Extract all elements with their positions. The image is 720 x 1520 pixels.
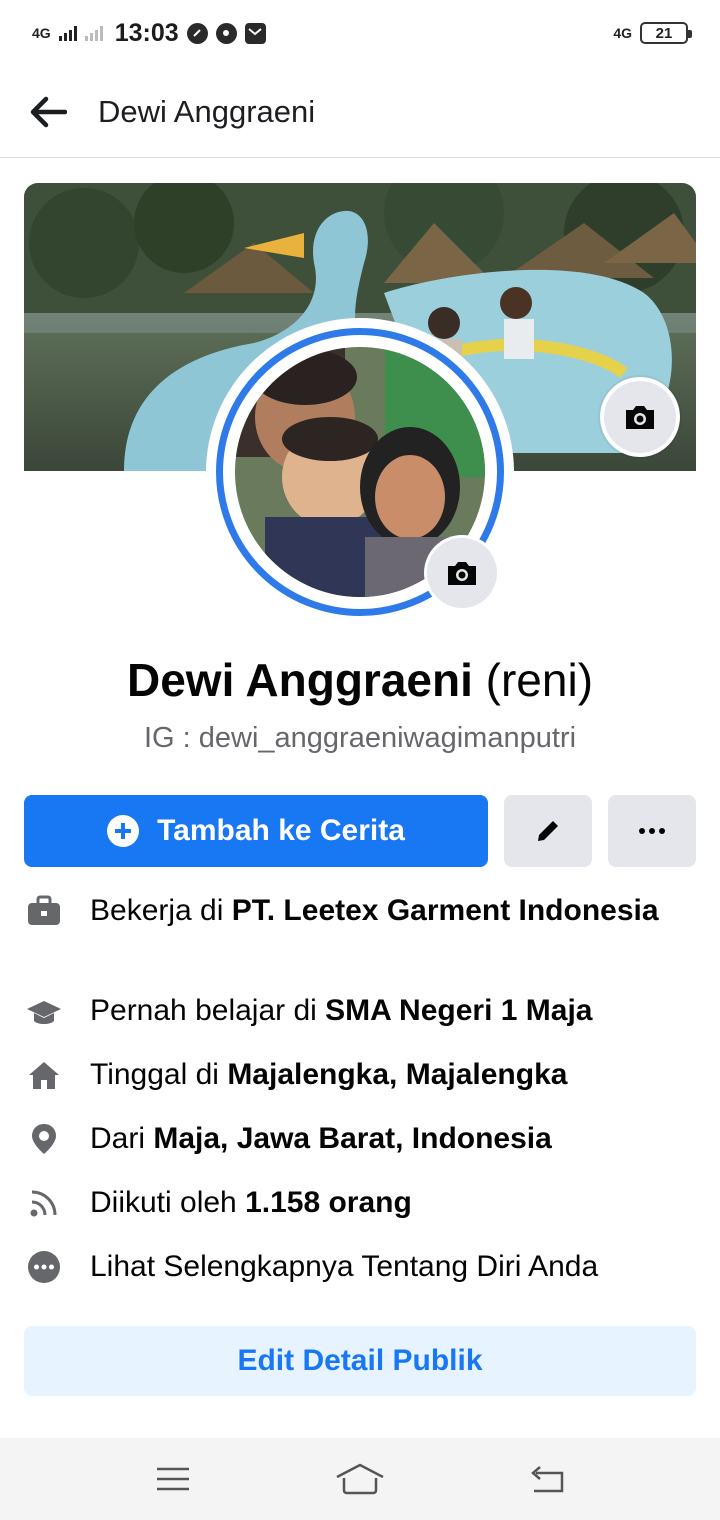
detail-hometown: Dari Maja, Jawa Barat, Indonesia	[24, 1118, 696, 1160]
camera-icon	[448, 562, 476, 585]
location-pin-icon	[24, 1118, 64, 1160]
network-type-label: 4G	[32, 25, 51, 41]
profile-name: Dewi Anggraeni (reni)	[0, 650, 720, 710]
detail-education-text: Pernah belajar di SMA Negeri 1 Maja	[90, 990, 696, 1032]
camera-icon	[626, 406, 654, 429]
home-icon	[24, 1054, 64, 1096]
detail-followers: Diikuti oleh 1.158 orang	[24, 1182, 696, 1224]
briefcase-icon	[24, 890, 64, 932]
detail-current-city-text: Tinggal di Majalengka, Majalengka	[90, 1054, 696, 1096]
graduation-cap-icon	[24, 990, 64, 1032]
back-nav-button[interactable]	[507, 1449, 587, 1509]
network-type-right-label: 4G	[613, 25, 632, 41]
system-nav-bar	[0, 1438, 720, 1520]
edit-public-details-button[interactable]: Edit Detail Publik	[24, 1326, 696, 1396]
change-cover-inner	[604, 381, 676, 453]
add-to-story-button[interactable]: Tambah ke Cerita	[24, 795, 488, 867]
detail-current-city-value[interactable]: Majalengka, Majalengka	[227, 1058, 567, 1091]
detail-followers-prefix: Diikuti oleh	[90, 1186, 246, 1219]
detail-hometown-text: Dari Maja, Jawa Barat, Indonesia	[90, 1118, 696, 1160]
return-icon	[530, 1466, 563, 1493]
rss-icon	[24, 1182, 64, 1224]
home-button[interactable]	[320, 1449, 400, 1509]
clock: 13:03	[114, 18, 179, 47]
profile-alternate-name: (reni)	[485, 654, 594, 706]
detail-hometown-value[interactable]: Maja, Jawa Barat, Indonesia	[153, 1122, 551, 1155]
change-profile-picture-inner	[427, 538, 497, 608]
detail-work: Bekerja di PT. Leetex Garment Indonesia	[24, 890, 696, 976]
signal-strength-secondary-icon	[84, 25, 103, 41]
detail-followers-text: Diikuti oleh 1.158 orang	[90, 1182, 696, 1224]
detail-followers-value[interactable]: 1.158 orang	[245, 1186, 412, 1219]
home-outline-icon	[336, 1463, 384, 1495]
detail-see-more[interactable]: Lihat Selengkapnya Tentang Diri Anda	[24, 1246, 696, 1288]
data-saver-icon	[186, 22, 208, 44]
battery-level: 21	[655, 24, 673, 42]
more-dots-icon	[639, 828, 665, 834]
recent-apps-button[interactable]	[133, 1449, 213, 1509]
add-to-story-label: Tambah ke Cerita	[157, 814, 405, 847]
more-circle-icon	[24, 1246, 64, 1288]
header-title: Dewi Anggraeni	[98, 93, 316, 129]
detail-hometown-prefix: Dari	[90, 1122, 154, 1155]
signal-strength-icon	[58, 25, 77, 41]
back-button[interactable]	[18, 82, 78, 142]
status-right: 4G 21	[613, 22, 692, 44]
chrome-icon	[215, 22, 237, 44]
more-options-button[interactable]	[608, 795, 696, 867]
status-left: 4G 13:03	[32, 19, 266, 48]
detail-see-more-text: Lihat Selengkapnya Tentang Diri Anda	[90, 1250, 599, 1283]
pencil-icon	[538, 821, 558, 841]
detail-current-city-prefix: Tinggal di	[90, 1058, 228, 1091]
app-header: Dewi Anggraeni	[0, 66, 720, 158]
change-profile-picture-button[interactable]	[424, 535, 500, 611]
detail-work-value[interactable]: PT. Leetex Garment Indonesia	[232, 894, 659, 927]
detail-education-prefix: Pernah belajar di	[90, 994, 326, 1027]
profile-bio: IG : dewi_anggraeniwagimanputri	[143, 722, 577, 754]
edit-profile-button[interactable]	[504, 795, 592, 867]
change-cover-button[interactable]	[600, 377, 680, 457]
battery-icon: 21	[640, 22, 692, 44]
mail-icon	[244, 22, 266, 44]
arrow-left-icon	[30, 96, 67, 127]
profile-name-main: Dewi Anggraeni	[126, 654, 473, 706]
menu-icon	[157, 1467, 190, 1491]
detail-education: Pernah belajar di SMA Negeri 1 Maja	[24, 990, 696, 1032]
detail-current-city: Tinggal di Majalengka, Majalengka	[24, 1054, 696, 1096]
plus-circle-icon	[107, 815, 140, 847]
detail-work-prefix: Bekerja di	[90, 894, 232, 927]
intro-details: Bekerja di PT. Leetex Garment Indonesia …	[24, 890, 696, 1288]
detail-work-text: Bekerja di PT. Leetex Garment Indonesia	[90, 890, 696, 932]
detail-education-value[interactable]: SMA Negeri 1 Maja	[325, 994, 592, 1027]
status-bar: 4G 13:03 4G 21	[0, 0, 720, 66]
